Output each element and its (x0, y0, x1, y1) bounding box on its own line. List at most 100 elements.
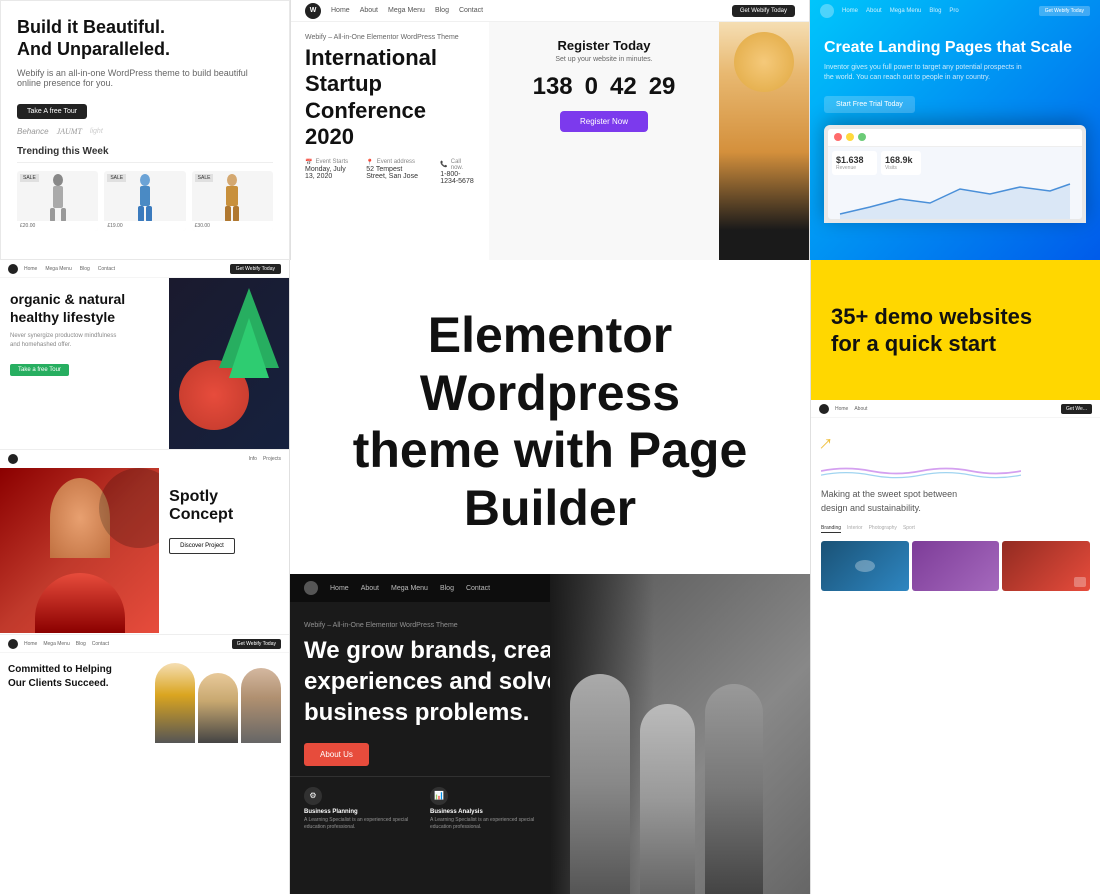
fashion-cta-btn[interactable]: Take A free Tour (17, 104, 87, 119)
portfolio-img-3 (1002, 541, 1090, 591)
agency-cta-btn[interactable]: About Us (304, 743, 369, 766)
fashion-theme-preview: Build it Beautiful. And Unparalleled. We… (0, 0, 290, 260)
register-box: Register Today Set up your website in mi… (489, 22, 719, 260)
conf-person-photo (719, 22, 809, 260)
corporate-people (155, 663, 281, 743)
sale-badge: SALE (107, 174, 126, 182)
landing-sub: Inventor gives you full power to target … (824, 63, 1086, 83)
wavy-decoration (821, 462, 1021, 480)
cat-sport[interactable]: Sport (903, 525, 915, 533)
product-card-1: SALE £20.00 (17, 171, 98, 231)
spotly-hero-image (0, 468, 159, 633)
corporate-nav: Home Mega Menu Blog Contact Get Webify T… (0, 635, 289, 653)
agency-bg-image (550, 574, 810, 894)
organic-nav: Home Mega Menu Blog Contact Get Webify T… (0, 260, 289, 278)
cat-branding[interactable]: Branding (821, 525, 841, 533)
organic-logo (8, 264, 18, 274)
conf-title: International Startup Conference 2020 (305, 45, 475, 159)
spotly-nav: Info Projects (0, 450, 289, 468)
corporate-nav-btn[interactable]: Get Webify Today (232, 639, 281, 649)
conf-logo: W (305, 3, 321, 19)
feature-business-planning: ⚙ Business Planning A Learning Specialis… (304, 787, 418, 831)
sustainability-logo (819, 404, 829, 414)
stat-card-1: $1.638 Revenue (832, 151, 877, 175)
organic-cta-btn[interactable]: Take a free Tour (10, 364, 69, 376)
arrow-decoration: ↑ (813, 430, 839, 456)
fashion-subtext: Webify is an all-in-one WordPress theme … (17, 68, 273, 88)
organic-food-image (169, 278, 289, 450)
person-2 (198, 673, 238, 743)
organic-sub: Never synergize productow mindfulnessand… (10, 332, 159, 350)
portfolio-img-2 (912, 541, 1000, 591)
category-tabs: Branding Interior Photography Sport (821, 525, 1090, 533)
brand-logos: Behance JAUMT light (17, 127, 273, 136)
corporate-theme-preview: Home Mega Menu Blog Contact Get Webify T… (0, 635, 289, 894)
sustainability-nav: Home About Get We... (811, 400, 1100, 418)
countdown-mins: 42 (610, 75, 637, 99)
agency-theme-preview: Home About Mega Menu Blog Contact Get We… (290, 574, 810, 894)
event-call: 📞 Call now. 1-800-1234-5678 (440, 159, 475, 185)
main-headline: Elementor WordPress Theme with Page Buil… (320, 307, 780, 537)
agency-title: We grow brands, createexperiences and so… (304, 635, 584, 729)
portfolio-img-1 (821, 541, 909, 591)
landing-nav-btn[interactable]: Get Webify Today (1039, 6, 1090, 16)
conf-nav-links: Home About Mega Menu Blog Contact (331, 7, 483, 14)
product-card-3: SALE £30.00 (192, 171, 273, 231)
landing-logo (820, 4, 834, 18)
countdown: 138 0 42 29 (533, 75, 676, 99)
sustainability-nav-btn[interactable]: Get We... (1061, 404, 1092, 414)
sale-badge: SALE (20, 174, 39, 182)
sale-badge: SALE (195, 174, 214, 182)
conf-subtext: Webify – All-in-One Elementor WordPress … (305, 34, 475, 45)
conf-left: Webify – All-in-One Elementor WordPress … (291, 22, 489, 260)
product-grid: SALE £20.00 SALE (17, 171, 273, 231)
organic-nav-btn[interactable]: Get Webify Today (230, 264, 281, 274)
demo-badge-yellow: 35+ demo websites for a quick start (811, 260, 1100, 400)
agency-nav-links: Home About Mega Menu Blog Contact (330, 585, 490, 592)
main-layout: Build it Beautiful. And Unparalleled. We… (0, 0, 1100, 894)
marketing-headline-section: Elementor WordPress Theme with Page Buil… (290, 260, 810, 574)
laptop-area: $1.638 Revenue 168.9k Visits (810, 125, 1100, 223)
event-starts: 📅 Event Starts Monday, July 13, 2020 (305, 159, 350, 185)
sustainability-text: Making at the sweet spot between design … (821, 488, 1090, 515)
bottom-right-panel: 35+ demo websites for a quick start Home… (810, 260, 1100, 894)
cat-interior[interactable]: Interior (847, 525, 863, 533)
person-1 (155, 663, 195, 743)
landing-title: Create Landing Pages that Scale (824, 38, 1086, 57)
top-right-nav: Home About Mega Menu Blog Pro Get Webify… (810, 0, 1100, 22)
conf-nav-btn[interactable]: Get Webify Today (732, 5, 795, 17)
organic-title: organic & naturalhealthy lifestyle (10, 290, 159, 326)
bottom-center-panel: Elementor WordPress Theme with Page Buil… (290, 260, 810, 894)
agency-logo (304, 581, 318, 595)
demo-badge-text: 35+ demo websites for a quick start (831, 303, 1032, 358)
feature-business-analysis: 📊 Business Analysis A Learning Specialis… (430, 787, 544, 831)
spotly-logo (8, 454, 18, 464)
person-3 (241, 668, 281, 743)
trending-label: Trending this Week (17, 146, 273, 163)
corporate-logo (8, 639, 18, 649)
spotly-title: Spotly Concept (169, 488, 279, 524)
bottom-left-panel: Home Mega Menu Blog Contact Get Webify T… (0, 260, 290, 894)
register-btn[interactable]: Register Now (560, 111, 648, 132)
dashboard-chart (832, 179, 1078, 219)
spotly-discover-btn[interactable]: Discover Project (169, 538, 235, 554)
conf-nav: W Home About Mega Menu Blog Contact Get … (291, 0, 809, 22)
register-sub: Set up your website in minutes. (555, 56, 652, 63)
landing-theme-preview: Home About Mega Menu Blog Pro Get Webify… (810, 0, 1100, 260)
landing-nav-links: Home About Mega Menu Blog Pro (842, 8, 959, 14)
countdown-days: 138 (533, 75, 573, 99)
corporate-title: Committed to HelpingOur Clients Succeed. (8, 663, 151, 691)
portfolio-image-grid (821, 541, 1090, 591)
landing-hero: Create Landing Pages that Scale Inventor… (810, 22, 1100, 125)
product-card-2: SALE £19.00 (104, 171, 185, 231)
landing-cta-btn[interactable]: Start Free Trial Today (824, 96, 915, 113)
organic-theme-preview: Home Mega Menu Blog Contact Get Webify T… (0, 260, 289, 450)
countdown-secs: 29 (649, 75, 676, 99)
spotly-theme-preview: Info Projects Spotly Concept Discover Pr… (0, 450, 289, 635)
conf-body-wrap: Webify – All-in-One Elementor WordPress … (291, 22, 809, 260)
laptop-mockup: $1.638 Revenue 168.9k Visits (824, 125, 1086, 223)
sustainability-theme-preview: Home About Get We... ↑ Making at the swe… (811, 400, 1100, 894)
conference-theme-preview: W Home About Mega Menu Blog Contact Get … (290, 0, 810, 260)
cat-photography[interactable]: Photography (869, 525, 897, 533)
stat-card-2: 168.9k Visits (881, 151, 921, 175)
